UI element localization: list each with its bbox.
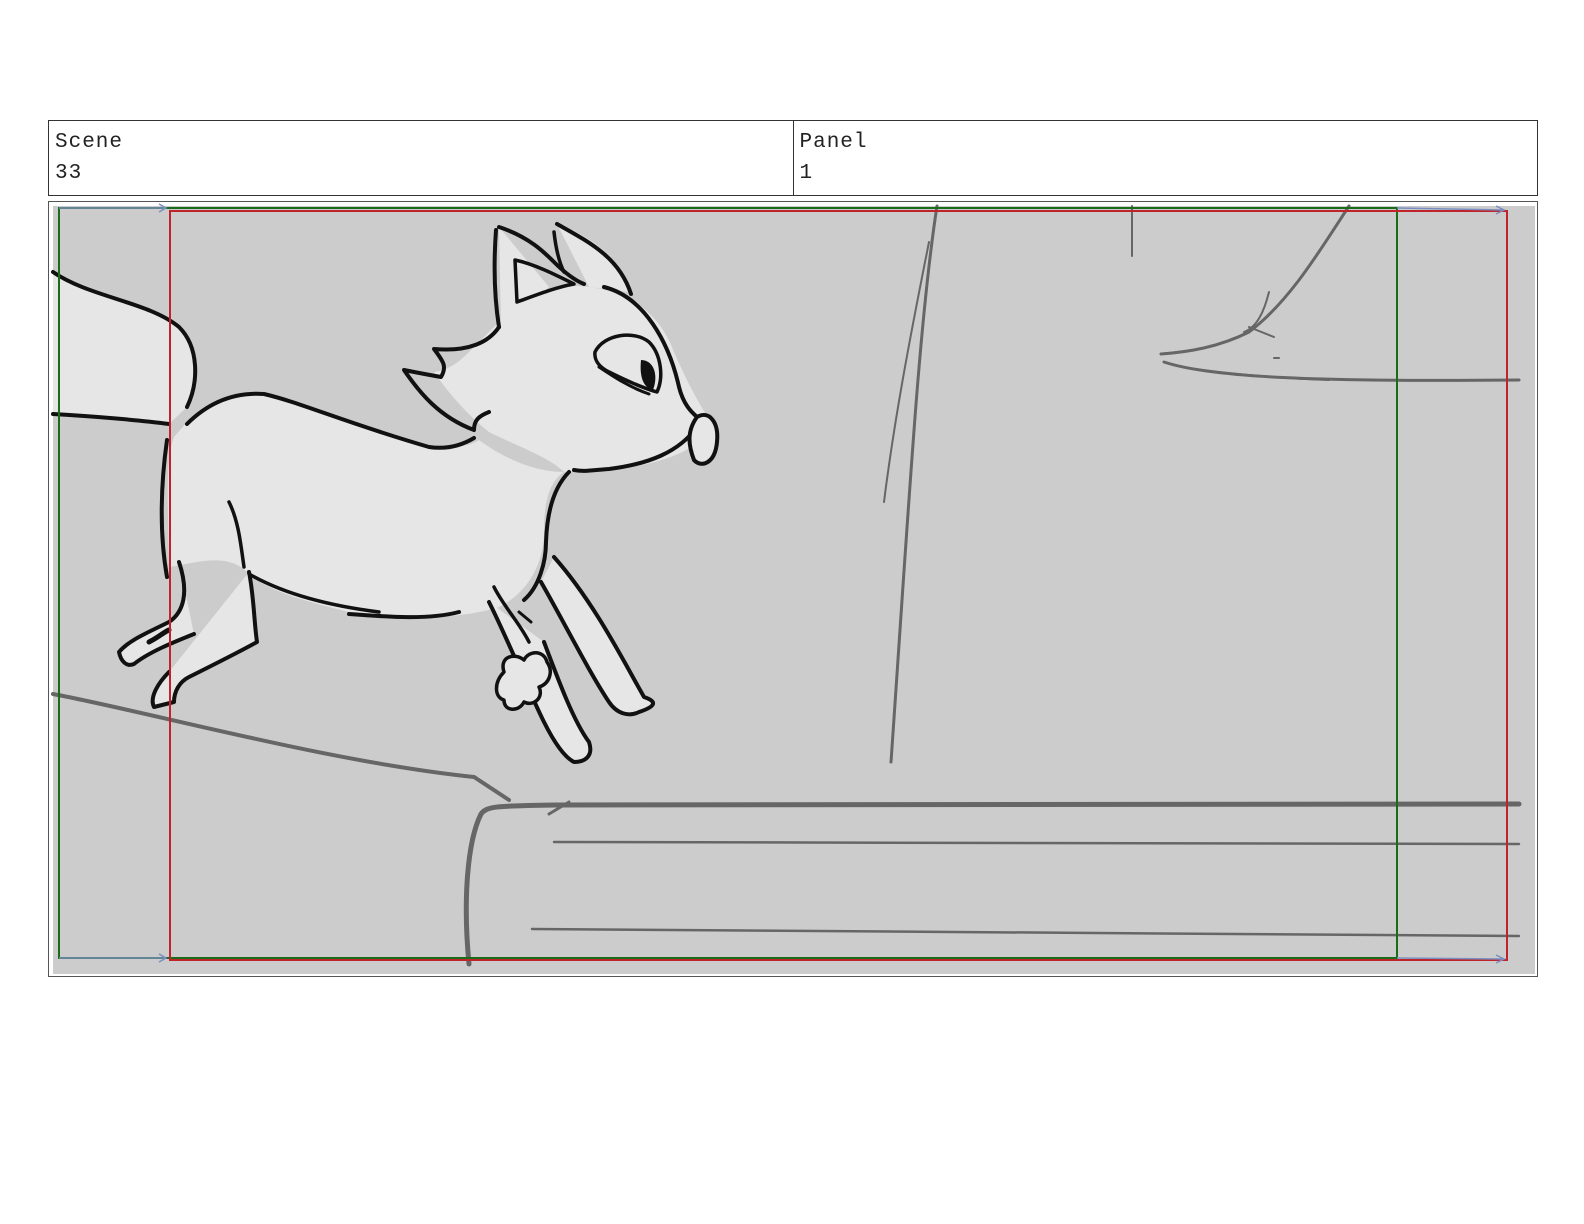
panel-number: 1 — [799, 162, 814, 185]
panel-cell: Panel 1 — [792, 121, 1538, 195]
storyboard-drawing — [51, 203, 1535, 974]
scene-cell: Scene 33 — [49, 121, 793, 195]
panel-background — [53, 206, 1535, 974]
storyboard-panel — [48, 201, 1538, 977]
panel-info-table: Scene 33 Panel 1 — [48, 120, 1538, 196]
scene-number: 33 — [55, 162, 83, 185]
panel-label: Panel — [799, 131, 868, 154]
scene-label: Scene — [55, 131, 124, 154]
